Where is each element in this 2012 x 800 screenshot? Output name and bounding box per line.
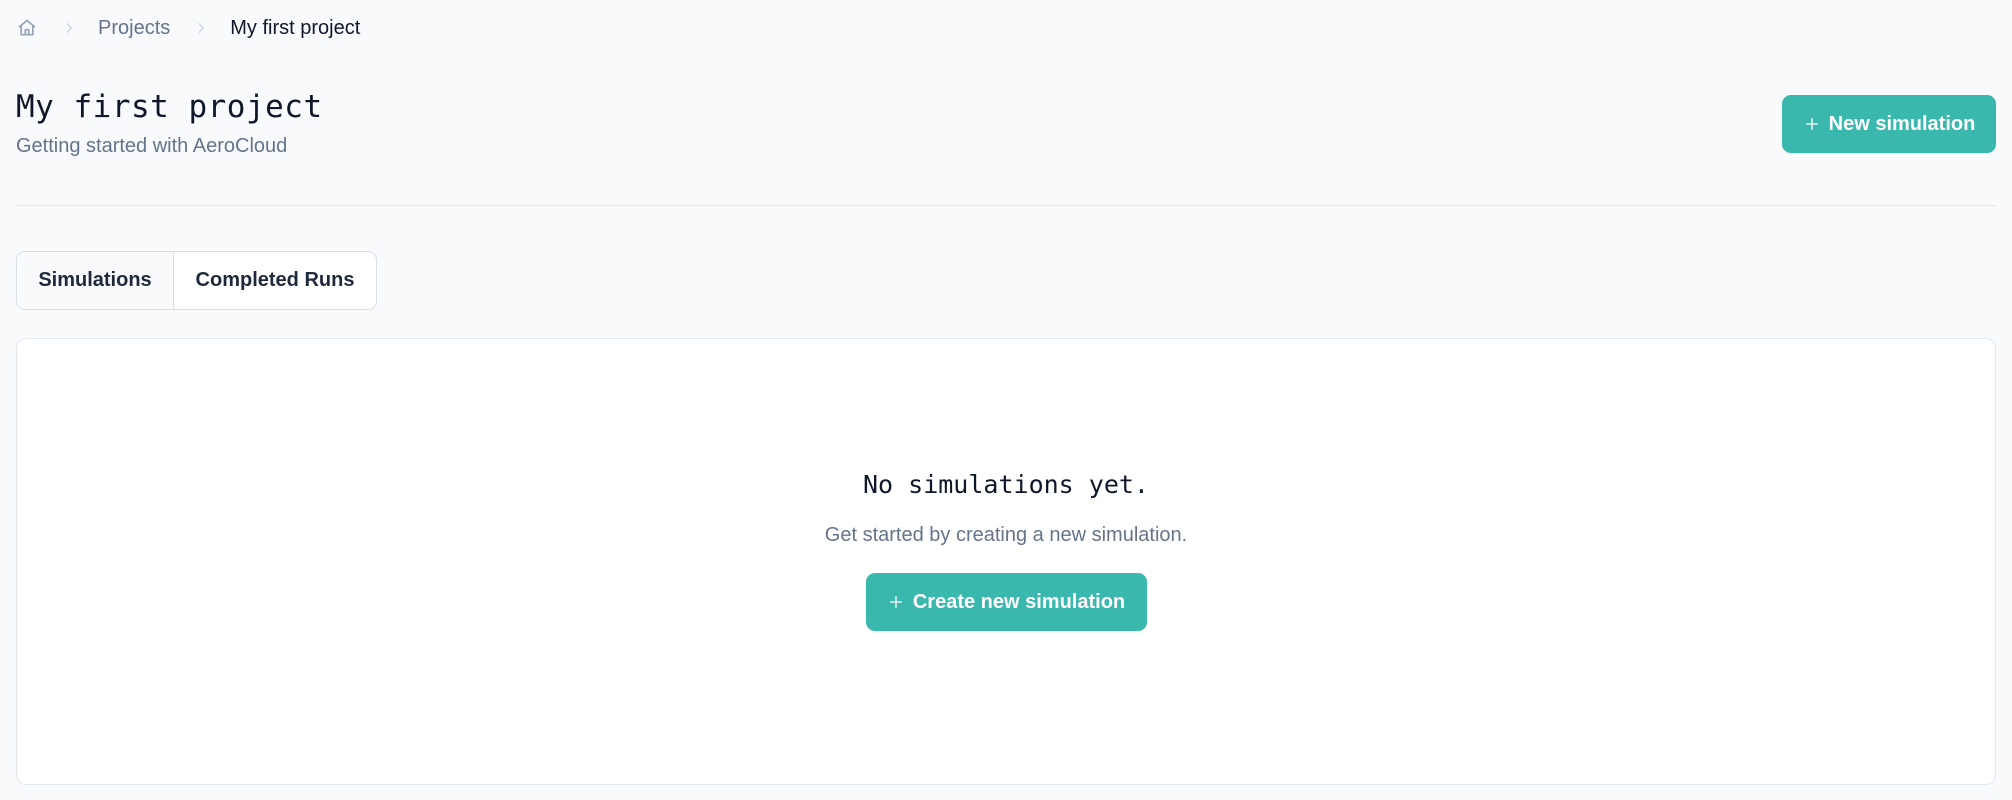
- empty-state-title: No simulations yet.: [863, 470, 1149, 499]
- breadcrumb-projects-link[interactable]: Projects: [98, 17, 170, 40]
- chevron-right-icon: [190, 17, 212, 39]
- plus-icon: [887, 593, 905, 611]
- tab-completed-runs[interactable]: Completed Runs: [174, 252, 376, 309]
- tab-simulations[interactable]: Simulations: [17, 252, 174, 309]
- new-simulation-label: New simulation: [1828, 112, 1976, 135]
- simulations-panel: No simulations yet. Get started by creat…: [16, 338, 1996, 785]
- page-header: My first project Getting started with Ae…: [16, 88, 1996, 206]
- breadcrumb-current: My first project: [230, 16, 361, 39]
- empty-state-description: Get started by creating a new simulation…: [824, 524, 1188, 546]
- plus-icon: [1803, 115, 1821, 133]
- page-title: My first project: [16, 89, 323, 125]
- tab-bar: Simulations Completed Runs: [16, 251, 377, 310]
- page: Projects My first project My first proje…: [0, 0, 2012, 800]
- new-simulation-button[interactable]: New simulation: [1782, 95, 1996, 153]
- page-subtitle: Getting started with AeroCloud: [16, 135, 288, 157]
- home-icon[interactable]: [16, 17, 38, 39]
- breadcrumb: Projects My first project: [16, 14, 360, 42]
- empty-state: No simulations yet. Get started by creat…: [17, 469, 1995, 631]
- chevron-right-icon: [58, 17, 80, 39]
- create-new-simulation-label: Create new simulation: [912, 590, 1126, 613]
- create-new-simulation-button[interactable]: Create new simulation: [865, 573, 1147, 631]
